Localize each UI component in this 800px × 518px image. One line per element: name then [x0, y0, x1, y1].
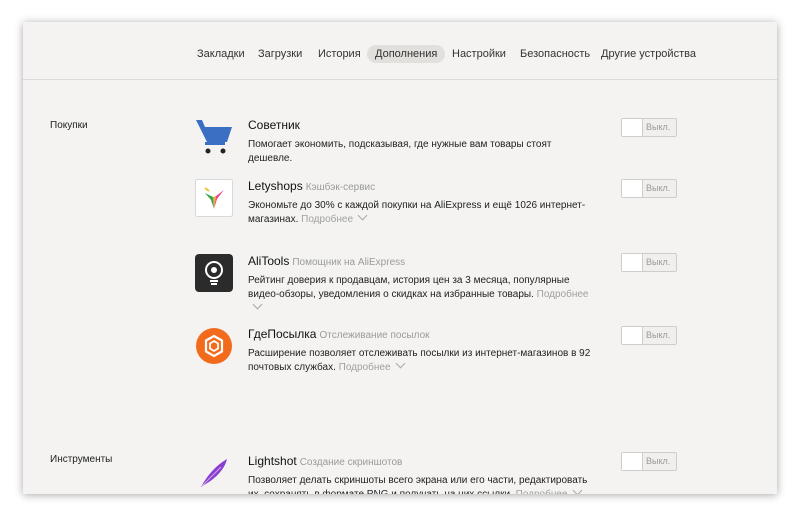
more-link-label: Подробнее — [536, 289, 589, 300]
more-link[interactable]: Подробнее — [301, 210, 368, 225]
lightshot-toggle[interactable]: Выкл. — [621, 452, 677, 471]
extension-subtitle: Создание скриншотов — [299, 457, 403, 468]
letyshops-toggle[interactable]: Выкл. — [621, 179, 677, 198]
extension-description: Экономьте до 30% с каждой покупки на Ali… — [248, 199, 598, 227]
more-link-label: Подробнее — [516, 489, 568, 494]
chevron-down-icon — [572, 485, 582, 494]
settings-nav-bar: Закладки Загрузки История Дополнения Нас… — [23, 22, 777, 80]
more-link-label: Подробнее — [338, 362, 391, 373]
letyshops-logo-icon — [195, 179, 233, 217]
parcel-icon — [195, 327, 233, 365]
extension-name: Letyshops — [248, 179, 303, 193]
extension-description-text: Рейтинг доверия к продавцам, история цен… — [248, 275, 570, 300]
extension-title: Lightshot Создание скриншотов — [248, 454, 402, 468]
toggle-label: Выкл. — [646, 183, 671, 193]
more-link[interactable]: Подробнее — [516, 485, 582, 494]
tab-security[interactable]: Безопасность — [512, 45, 598, 63]
chevron-down-icon — [395, 358, 405, 369]
alitools-lightbulb-icon — [195, 254, 233, 292]
toggle-knob — [622, 254, 643, 271]
tab-settings[interactable]: Настройки — [444, 45, 514, 63]
extension-description: Помогает экономить, подсказывая, где нуж… — [248, 139, 552, 164]
extension-description-text: Экономьте до 30% с каждой покупки на Ali… — [248, 200, 586, 225]
feather-icon — [195, 454, 233, 492]
toggle-label: Выкл. — [646, 456, 671, 466]
alitools-toggle[interactable]: Выкл. — [621, 253, 677, 272]
toggle-knob — [622, 119, 643, 136]
extension-name: Lightshot — [248, 454, 297, 468]
tab-addons[interactable]: Дополнения — [367, 45, 446, 63]
gdeposylka-toggle[interactable]: Выкл. — [621, 326, 677, 345]
chevron-down-icon — [252, 299, 263, 310]
toggle-label: Выкл. — [646, 330, 671, 340]
shopping-cart-icon — [195, 118, 233, 156]
extension-title: Letyshops Кэшбэк-сервис — [248, 179, 375, 193]
sovetnik-toggle[interactable]: Выкл. — [621, 118, 677, 137]
tab-history[interactable]: История — [310, 45, 369, 63]
extension-description-text: Расширение позволяет отслеживать посылки… — [248, 348, 591, 373]
tab-other-devices[interactable]: Другие устройства — [593, 45, 704, 63]
toggle-label: Выкл. — [646, 257, 671, 267]
more-link[interactable]: Подробнее — [338, 358, 405, 373]
toggle-knob — [622, 327, 643, 344]
browser-settings-window: Закладки Загрузки История Дополнения Нас… — [23, 22, 777, 494]
extension-description: Рейтинг доверия к продавцам, история цен… — [248, 274, 598, 316]
chevron-down-icon — [357, 210, 368, 221]
toggle-label: Выкл. — [646, 122, 671, 132]
extension-title: ГдеПосылка Отслеживание посылок — [248, 327, 430, 341]
extension-description: Расширение позволяет отслеживать посылки… — [248, 347, 598, 375]
extension-subtitle: Кэшбэк-сервис — [305, 182, 376, 193]
toggle-knob — [622, 453, 643, 470]
extension-name: Советник — [248, 118, 300, 132]
tab-bookmarks[interactable]: Закладки — [189, 45, 253, 63]
extension-name: AliTools — [248, 254, 290, 268]
extension-subtitle: Помощник на AliExpress — [292, 257, 406, 268]
more-link-label: Подробнее — [301, 214, 354, 225]
section-label-tools: Инструменты — [50, 454, 113, 465]
section-label-shopping: Покупки — [50, 120, 88, 131]
extension-title: Советник — [248, 118, 300, 132]
toggle-knob — [622, 180, 643, 197]
tab-downloads[interactable]: Загрузки — [250, 45, 310, 63]
extension-subtitle: Отслеживание посылок — [319, 330, 430, 341]
extension-description: Позволяет делать скриншоты всего экрана … — [248, 474, 598, 494]
extension-name: ГдеПосылка — [248, 327, 317, 341]
extension-title: AliTools Помощник на AliExpress — [248, 254, 405, 268]
